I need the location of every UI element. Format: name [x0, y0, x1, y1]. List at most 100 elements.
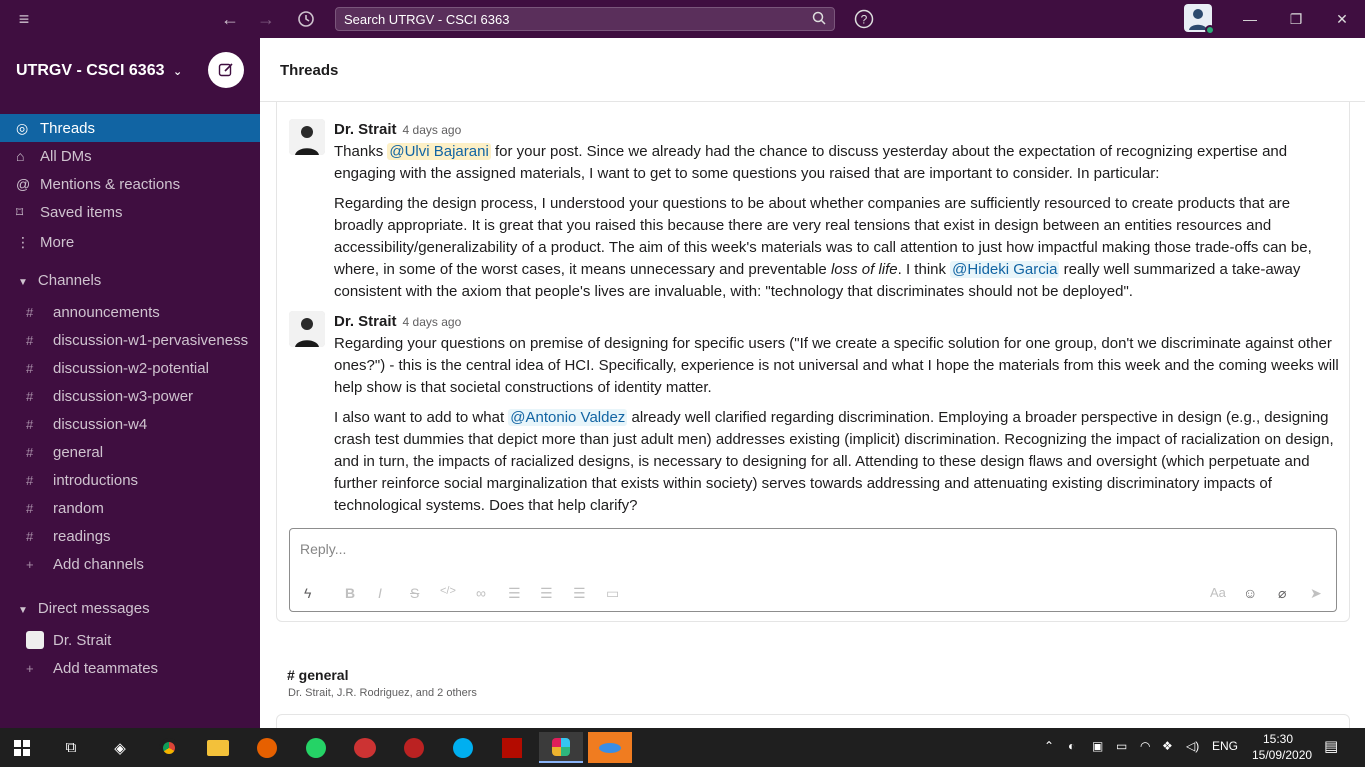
attach-icon[interactable]: ⌀	[1278, 585, 1286, 602]
tray-app-icon[interactable]: ▣	[1092, 739, 1103, 753]
add-teammates-button[interactable]: + Add teammates	[0, 654, 260, 682]
thread-participants: Dr. Strait, J.R. Rodriguez, and 2 others	[288, 687, 477, 699]
bullet-list-icon[interactable]: ☰	[540, 585, 553, 602]
dropbox-icon[interactable]: ❖	[1162, 739, 1173, 753]
history-icon[interactable]	[296, 8, 316, 30]
plus-icon: +	[26, 556, 34, 572]
channel-announcements[interactable]: # announcements	[0, 298, 260, 326]
message-time[interactable]: 4 days ago	[403, 315, 462, 329]
add-channels-button[interactable]: + Add channels	[0, 550, 260, 578]
dm-section-header[interactable]: ▼ Direct messages	[18, 600, 150, 617]
slack-icon[interactable]	[539, 732, 583, 763]
file-explorer-icon[interactable]	[196, 732, 240, 763]
threads-icon: ◎	[16, 119, 29, 136]
app-icon-active[interactable]	[588, 732, 632, 763]
sidebar: UTRGV - CSCI 6363 ⌄ ◎ Threads ⌂ All DMs …	[0, 38, 260, 728]
channel-label: discussion-w2-potential	[53, 359, 209, 377]
strike-icon[interactable]: S	[410, 585, 419, 601]
firefox-icon[interactable]	[245, 732, 289, 763]
send-icon[interactable]: ➤	[1310, 585, 1322, 602]
link-icon[interactable]: ∞	[476, 585, 486, 601]
mention[interactable]: @Antonio Valdez	[508, 409, 628, 426]
thread-channel-title[interactable]: # general	[287, 667, 348, 683]
channel-discussion-w2[interactable]: # discussion-w2-potential	[0, 354, 260, 382]
channel-label: announcements	[53, 303, 160, 321]
reply-input[interactable]: Reply...	[300, 541, 346, 557]
tray-app-icon[interactable]: ◐	[1068, 739, 1075, 753]
author-avatar[interactable]	[289, 311, 325, 347]
hamburger-icon[interactable]: ≡	[14, 8, 34, 30]
workspace-switcher[interactable]: UTRGV - CSCI 6363 ⌄	[16, 62, 182, 80]
task-view-icon[interactable]: ⧉	[49, 732, 93, 763]
message-time[interactable]: 4 days ago	[403, 123, 462, 137]
channel-general[interactable]: # general	[0, 438, 260, 466]
svg-text:?: ?	[861, 13, 868, 27]
skype-icon[interactable]	[441, 732, 485, 763]
author-avatar[interactable]	[289, 119, 325, 155]
chrome-icon[interactable]	[147, 732, 191, 763]
channel-label: introductions	[53, 471, 139, 489]
bold-icon[interactable]: B	[345, 585, 355, 601]
search-placeholder: Search UTRGV - CSCI 6363	[344, 12, 510, 27]
forward-icon[interactable]: →	[256, 8, 276, 30]
channel-label: readings	[53, 527, 111, 545]
notifications-icon[interactable]: ▤	[1324, 737, 1338, 755]
nav-mentions[interactable]: @ Mentions & reactions	[0, 170, 260, 198]
dm-label: Dr. Strait	[53, 631, 112, 649]
hash-icon: #	[26, 416, 34, 432]
wifi-icon[interactable]: ◠	[1140, 739, 1150, 753]
windows-start-icon[interactable]	[0, 732, 44, 763]
code-icon[interactable]: </>	[440, 585, 456, 597]
whatsapp-icon[interactable]	[294, 732, 338, 763]
message-paragraph: Thanks @Ulvi Bajarani for your post. Sin…	[334, 141, 1339, 185]
nav-threads[interactable]: ◎ Threads	[0, 114, 260, 142]
taskbar: ⧉ ◈ ⌃ ◐ ▣ ▭ ◠ ❖ ◁) ENG 15:30 15/09/2020 …	[0, 728, 1365, 767]
compose-button[interactable]	[208, 52, 244, 88]
mention[interactable]: @Ulvi Bajarani	[387, 143, 491, 160]
channel-discussion-w3[interactable]: # discussion-w3-power	[0, 382, 260, 410]
hash-icon: #	[26, 304, 34, 320]
clock-time: 15:30	[1262, 732, 1294, 746]
nav-saved[interactable]: ⌑ Saved items	[0, 198, 260, 226]
author-name[interactable]: Dr. Strait	[334, 313, 397, 330]
search-input[interactable]: Search UTRGV - CSCI 6363	[335, 7, 835, 31]
help-icon[interactable]: ?	[853, 8, 875, 30]
quote-icon[interactable]: ☰	[573, 585, 586, 602]
battery-icon[interactable]: ▭	[1116, 739, 1127, 753]
volume-icon[interactable]: ◁)	[1186, 739, 1199, 753]
back-icon[interactable]: ←	[220, 8, 240, 30]
minimize-icon[interactable]: —	[1238, 8, 1262, 30]
channel-random[interactable]: # random	[0, 494, 260, 522]
italic-icon[interactable]: I	[378, 585, 382, 601]
channels-section-header[interactable]: ▼ Channels	[18, 272, 101, 289]
nav-label: Mentions & reactions	[40, 175, 181, 193]
emoji-icon[interactable]: ☺	[1243, 585, 1257, 601]
restore-icon[interactable]: ❐	[1284, 8, 1308, 30]
close-icon[interactable]: ✕	[1330, 8, 1354, 30]
language-indicator[interactable]: ENG	[1212, 739, 1238, 753]
calendar-app-icon-2[interactable]	[392, 732, 436, 763]
author-name[interactable]: Dr. Strait	[334, 121, 397, 138]
thread-card	[276, 714, 1350, 728]
calendar-app-icon[interactable]	[343, 732, 387, 763]
tray-overflow-icon[interactable]: ⌃	[1044, 739, 1054, 753]
reply-composer[interactable]: Reply... ϟ B I S </> ∞ ☰ ☰ ☰ ▭ Aa ☺ ⌀ ➤	[289, 528, 1337, 612]
ordered-list-icon[interactable]: ☰	[508, 585, 521, 602]
clock[interactable]: 15:30 15/09/2020	[1252, 732, 1312, 762]
channel-discussion-w1[interactable]: # discussion-w1-pervasiveness	[0, 326, 260, 354]
channel-introductions[interactable]: # introductions	[0, 466, 260, 494]
channel-readings[interactable]: # readings	[0, 522, 260, 550]
nav-all-dms[interactable]: ⌂ All DMs	[0, 142, 260, 170]
caret-down-icon: ▼	[18, 605, 28, 616]
channel-discussion-w4[interactable]: # discussion-w4	[0, 410, 260, 438]
dm-dr-strait[interactable]: Dr. Strait	[0, 626, 260, 654]
code-block-icon[interactable]: ▭	[606, 585, 619, 602]
acrobat-icon[interactable]	[490, 732, 534, 763]
user-avatar[interactable]	[1184, 4, 1215, 35]
format-text-icon[interactable]: Aa	[1210, 585, 1226, 600]
mention[interactable]: @Hideki Garcia	[950, 261, 1060, 278]
shortcuts-icon[interactable]: ϟ	[304, 585, 311, 601]
nav-label: All DMs	[40, 147, 92, 165]
app-icon[interactable]: ◈	[98, 732, 142, 763]
nav-more[interactable]: ⋮ More	[0, 228, 260, 256]
